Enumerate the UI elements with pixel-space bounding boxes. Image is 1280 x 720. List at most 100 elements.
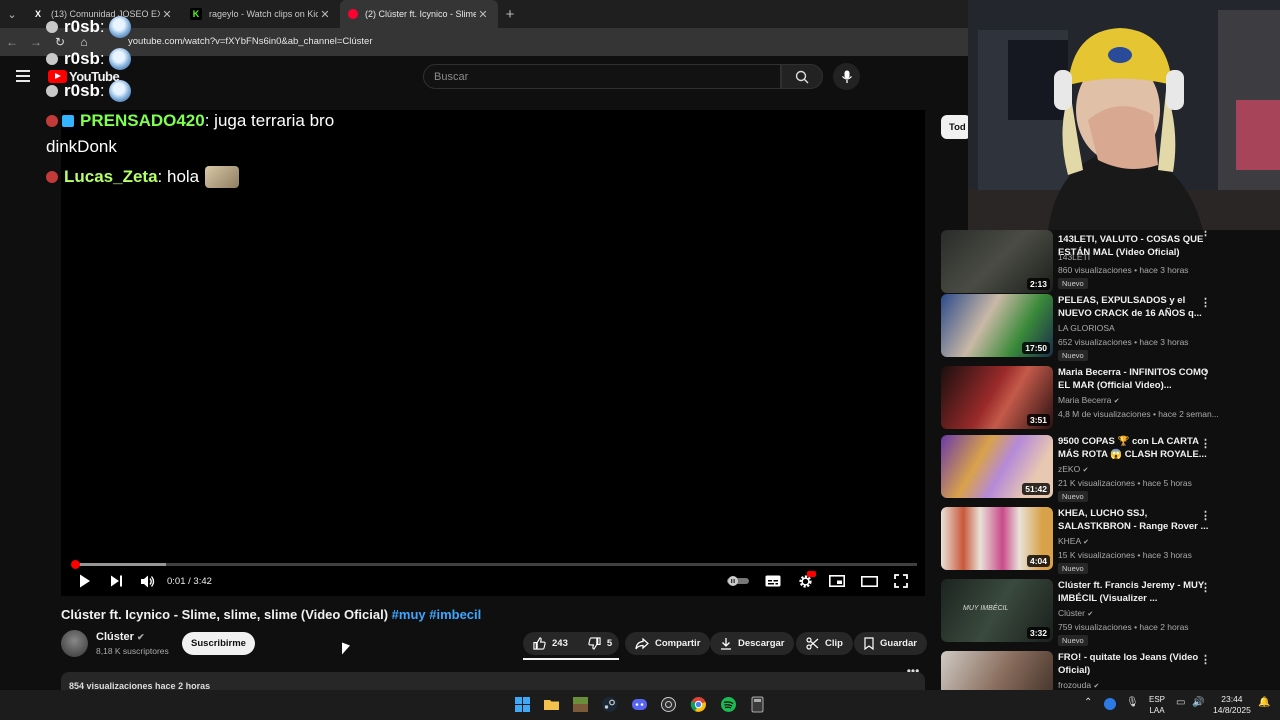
progress-bar[interactable] bbox=[73, 563, 917, 566]
network-icon[interactable]: ▭ bbox=[1176, 697, 1185, 708]
volume-button[interactable] bbox=[138, 572, 156, 590]
recommended-video[interactable]: FRO! - quitate los Jeans (Video Oficial)… bbox=[941, 651, 1271, 690]
chevron-up-icon[interactable]: ⌃ bbox=[1084, 697, 1092, 708]
duration-badge: 4:04 bbox=[1026, 555, 1050, 567]
x-logo-icon: X bbox=[34, 9, 41, 19]
fullscreen-button[interactable] bbox=[892, 572, 910, 590]
kebab-menu-icon[interactable]: ⋮ bbox=[1200, 437, 1211, 450]
spotify-icon[interactable] bbox=[720, 696, 737, 713]
clock[interactable]: 23:44 14/8/2025 bbox=[1213, 694, 1251, 716]
search-button[interactable] bbox=[781, 64, 823, 89]
new-tab-plus-icon[interactable]: + bbox=[498, 6, 522, 23]
play-button[interactable] bbox=[76, 572, 94, 590]
close-icon[interactable]: ✕ bbox=[476, 8, 490, 21]
rec-channel[interactable]: zEKO ✔ bbox=[1058, 464, 1088, 474]
rec-channel[interactable]: Clúster ✔ bbox=[1058, 608, 1093, 618]
emote-icon bbox=[108, 48, 131, 70]
rec-title[interactable]: PELEAS, EXPULSADOS y el NUEVO CRACK de 1… bbox=[1058, 294, 1210, 320]
rec-channel[interactable]: LA GLORIOSA bbox=[1058, 323, 1115, 333]
description-box[interactable]: 854 visualizaciones hace 2 horas bbox=[61, 672, 925, 690]
dislike-button[interactable]: 5 bbox=[588, 637, 612, 650]
tab-kick[interactable]: K rageylo - Watch clips on Kick ✕ bbox=[182, 0, 340, 28]
chat-line: r0sb: bbox=[46, 16, 131, 38]
url-input[interactable]: youtube.com/watch?v=fXYbFNs6in0&ab_chann… bbox=[128, 36, 373, 47]
rec-title[interactable]: FRO! - quitate los Jeans (Video Oficial) bbox=[1058, 651, 1210, 677]
microphone-tray-icon[interactable]: 🎙 bbox=[1126, 697, 1139, 708]
subtitles-icon bbox=[765, 575, 781, 587]
video-thumbnail[interactable]: 2:13 bbox=[941, 230, 1053, 293]
rec-channel[interactable]: frozouda ✔ bbox=[1058, 680, 1099, 690]
play-icon bbox=[80, 574, 90, 588]
discord-icon[interactable] bbox=[631, 696, 648, 713]
progress-scrubber-handle[interactable] bbox=[71, 560, 80, 569]
hashtag-links[interactable]: #muy #imbecil bbox=[392, 607, 482, 622]
back-arrow-icon[interactable]: ← bbox=[0, 35, 24, 49]
video-thumbnail[interactable]: 51:42 bbox=[941, 435, 1053, 498]
new-badge: Nuevo bbox=[1058, 350, 1088, 361]
kebab-menu-icon[interactable]: ⋮ bbox=[1200, 296, 1211, 309]
channel-name[interactable]: Clúster ✔ bbox=[96, 631, 145, 643]
rec-title[interactable]: KHEA, LUCHO SSJ, SALASTKBRON - Range Rov… bbox=[1058, 507, 1210, 533]
subtitles-button[interactable] bbox=[764, 572, 782, 590]
video-thumbnail[interactable]: 17:50 bbox=[941, 294, 1053, 357]
download-button[interactable]: Descargar bbox=[710, 632, 795, 655]
settings-button[interactable] bbox=[796, 571, 816, 590]
kebab-menu-icon[interactable]: ⋮ bbox=[1200, 581, 1211, 594]
video-thumbnail[interactable]: 3:51 bbox=[941, 366, 1053, 429]
subscribe-button[interactable]: Suscribirme bbox=[182, 632, 255, 655]
chrome-icon[interactable] bbox=[690, 696, 707, 713]
hamburger-menu-icon[interactable] bbox=[16, 70, 30, 82]
chat-line: PRENSADO420: juga terraria bro bbox=[46, 111, 334, 131]
like-ratio-bar bbox=[523, 658, 619, 660]
video-thumbnail[interactable] bbox=[941, 651, 1053, 690]
rec-channel[interactable]: KHEA ✔ bbox=[1058, 536, 1089, 546]
clip-button[interactable]: Clip bbox=[796, 632, 853, 655]
kebab-menu-icon[interactable]: ⋮ bbox=[1200, 368, 1211, 381]
clock-time: 23:44 bbox=[1221, 694, 1243, 704]
search-input[interactable]: Buscar bbox=[423, 64, 781, 89]
language-indicator[interactable]: ESP LAA bbox=[1149, 694, 1165, 716]
speaker-icon[interactable]: 🔊 bbox=[1192, 697, 1204, 708]
file-explorer-icon[interactable] bbox=[543, 696, 560, 713]
kebab-menu-icon[interactable]: ⋮ bbox=[1200, 509, 1211, 522]
tab-search-dropdown-icon[interactable]: ⌄ bbox=[0, 0, 24, 28]
miniplayer-icon bbox=[829, 575, 845, 587]
save-button[interactable]: Guardar bbox=[854, 632, 927, 655]
miniplayer-button[interactable] bbox=[828, 572, 846, 590]
rec-title[interactable]: Clúster ft. Francis Jeremy - MUY IMBÉCIL… bbox=[1058, 579, 1210, 605]
notification-bell-icon[interactable]: 🔔 bbox=[1258, 697, 1270, 708]
kebab-menu-icon[interactable]: ⋮ bbox=[1200, 653, 1211, 666]
rec-title[interactable]: 9500 COPAS 🏆 con LA CARTA MÁS ROTA 😱 CLA… bbox=[1058, 435, 1210, 461]
minecraft-icon[interactable] bbox=[572, 696, 589, 713]
rec-channel-text: Clúster bbox=[1058, 608, 1085, 618]
rec-channel-text: KHEA bbox=[1058, 536, 1081, 546]
tab-youtube[interactable]: (2) Clúster ft. Icynico - Slime, sli ✕ bbox=[340, 0, 498, 28]
close-icon[interactable]: ✕ bbox=[160, 8, 174, 21]
calculator-icon[interactable] bbox=[749, 696, 766, 713]
tray-app-icon[interactable] bbox=[1104, 698, 1116, 710]
page-scrollbar[interactable] bbox=[1272, 230, 1278, 685]
windows-start-icon[interactable] bbox=[514, 696, 531, 713]
channel-avatar[interactable] bbox=[61, 630, 88, 657]
obs-icon[interactable] bbox=[660, 696, 677, 713]
rec-channel[interactable]: Maria Becerra ✔ bbox=[1058, 395, 1120, 405]
like-button[interactable]: 243 bbox=[533, 637, 568, 650]
steam-icon[interactable] bbox=[601, 696, 618, 713]
forward-arrow-icon[interactable]: → bbox=[24, 35, 48, 49]
filter-chip-all[interactable]: Tod bbox=[941, 115, 971, 139]
rec-channel[interactable]: 143LETI bbox=[1058, 252, 1090, 262]
voice-search-button[interactable] bbox=[833, 63, 860, 90]
chat-username: r0sb bbox=[64, 81, 100, 100]
video-thumbnail[interactable]: 4:04 bbox=[941, 507, 1053, 570]
autoplay-toggle[interactable] bbox=[726, 572, 750, 590]
browser-tab-bar: ⌄ X (13) Comunidad JOSEO EXCLUS ✕ K rage… bbox=[0, 0, 968, 28]
chat-badge-icon bbox=[46, 21, 58, 33]
next-button[interactable] bbox=[107, 572, 125, 590]
share-button[interactable]: Compartir bbox=[625, 632, 711, 655]
theater-mode-button[interactable] bbox=[860, 572, 878, 590]
chat-message: dinkDonk bbox=[46, 137, 117, 156]
rec-title[interactable]: Maria Becerra - INFINITOS COMO EL MAR (O… bbox=[1058, 366, 1210, 392]
video-thumbnail[interactable]: MUY IMBÉCIL 3:32 bbox=[941, 579, 1053, 642]
close-icon[interactable]: ✕ bbox=[318, 8, 332, 21]
chat-badge-icon bbox=[62, 115, 74, 127]
